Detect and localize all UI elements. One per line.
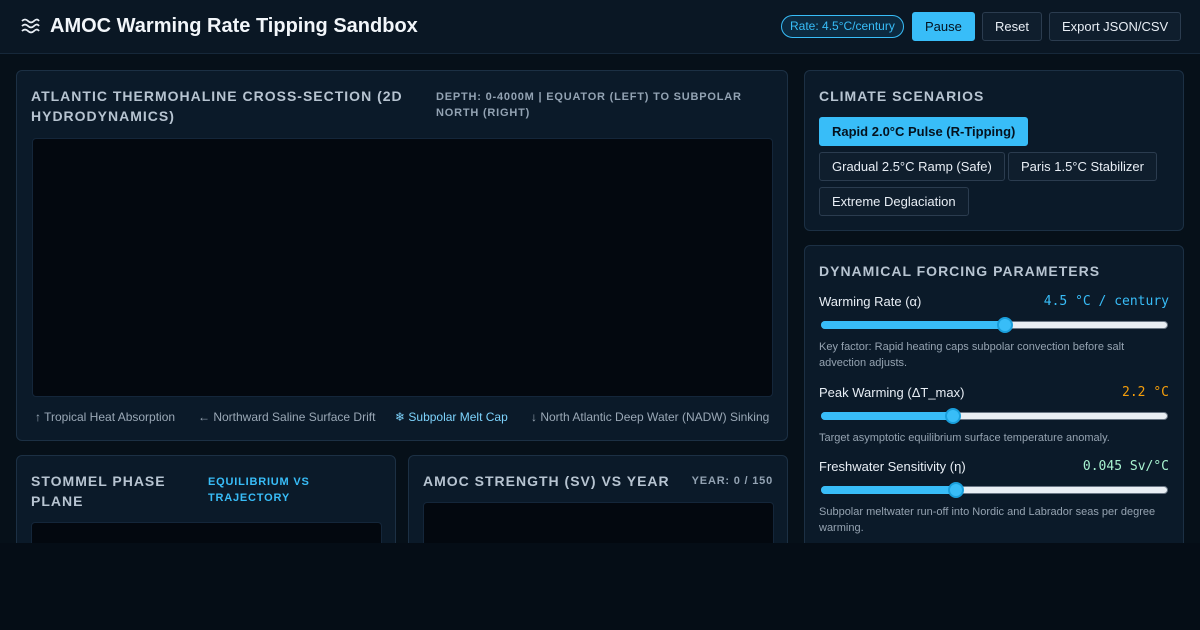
warming-rate-description: Key factor: Rapid heating caps subpolar …: [819, 341, 1125, 369]
warming-rate-slider[interactable]: [821, 317, 1168, 333]
cross-section-title: ATLANTIC THERMOHALINE CROSS-SECTION (2D …: [31, 88, 403, 124]
peak-warming-value: 2.2 °C: [1122, 385, 1169, 400]
app-page: AMOC Warming Rate Tipping Sandbox Rate: …: [0, 0, 1200, 543]
app-title: AMOC Warming Rate Tipping Sandbox: [50, 15, 418, 37]
pause-button[interactable]: Pause: [912, 12, 975, 41]
cross-section-canvas[interactable]: [32, 138, 773, 397]
slider-thumb[interactable]: [948, 482, 965, 498]
scenario-rapid-pulse-button[interactable]: Rapid 2.0°C Pulse (R-Tipping): [819, 117, 1029, 146]
stommel-title: STOMMEL PHASE PLANE: [31, 473, 166, 509]
peak-warming-description: Target asymptotic equilibrium surface te…: [819, 432, 1110, 444]
waves-icon: [21, 18, 40, 34]
freshwater-sensitivity-description: Subpolar meltwater run-off into Nordic a…: [819, 506, 1156, 534]
legend-tropical-heat: ↑ Tropical Heat Absorption: [35, 410, 176, 424]
legend-saline-drift: ← Northward Saline Surface Drift: [198, 410, 376, 424]
freshwater-sensitivity-value: 0.045 Sv/°C: [1082, 459, 1169, 474]
slider-thumb[interactable]: [944, 408, 961, 424]
legend-melt-cap: ❄ Subpolar Melt Cap: [395, 410, 508, 424]
reset-button[interactable]: Reset: [982, 12, 1042, 41]
freshwater-sensitivity-label: Freshwater Sensitivity (η): [819, 459, 966, 474]
peak-warming-label: Peak Warming (ΔT_max): [819, 385, 965, 400]
cross-section-subtitle: DEPTH: 0-4000M | EQUATOR (LEFT) TO SUBPO…: [436, 91, 742, 119]
parameters-title: DYNAMICAL FORCING PARAMETERS: [819, 263, 1101, 279]
legend-nadw-sinking: ↓ North Atlantic Deep Water (NADW) Sinki…: [531, 410, 770, 424]
parameters-panel: DYNAMICAL FORCING PARAMETERS Warming Rat…: [804, 245, 1184, 543]
scenario-paris-stabilizer-button[interactable]: Paris 1.5°C Stabilizer: [1008, 152, 1157, 181]
warming-rate-value: 4.5 °C / century: [1043, 294, 1169, 309]
scenarios-panel: CLIMATE SCENARIOS Rapid 2.0°C Pulse (R-T…: [804, 70, 1184, 231]
cross-section-panel: ATLANTIC THERMOHALINE CROSS-SECTION (2D …: [16, 70, 788, 441]
amoc-strength-panel: AMOC STRENGTH (SV) VS YEAR YEAR: 0 / 150: [408, 455, 788, 543]
warming-rate-label: Warming Rate (α): [819, 294, 922, 309]
top-bar: AMOC Warming Rate Tipping Sandbox Rate: …: [0, 0, 1200, 54]
scenario-gradual-ramp-button[interactable]: Gradual 2.5°C Ramp (Safe): [819, 152, 1005, 181]
stommel-subtitle: EQUILIBRIUM VS TRAJECTORY: [208, 476, 310, 504]
rate-badge: Rate: 4.5°C/century: [781, 15, 904, 38]
freshwater-sensitivity-slider[interactable]: [821, 482, 1168, 498]
slider-thumb[interactable]: [996, 317, 1013, 333]
scenario-extreme-deglaciation-button[interactable]: Extreme Deglaciation: [819, 187, 969, 216]
scenarios-title: CLIMATE SCENARIOS: [819, 88, 985, 104]
stommel-canvas[interactable]: [31, 522, 382, 543]
stommel-panel: STOMMEL PHASE PLANE EQUILIBRIUM VS TRAJE…: [16, 455, 396, 543]
year-readout: YEAR: 0 / 150: [691, 475, 773, 487]
amoc-strength-title: AMOC STRENGTH (SV) VS YEAR: [423, 473, 670, 489]
peak-warming-slider[interactable]: [821, 408, 1168, 424]
amoc-strength-canvas[interactable]: [423, 502, 774, 543]
export-button[interactable]: Export JSON/CSV: [1049, 12, 1182, 41]
